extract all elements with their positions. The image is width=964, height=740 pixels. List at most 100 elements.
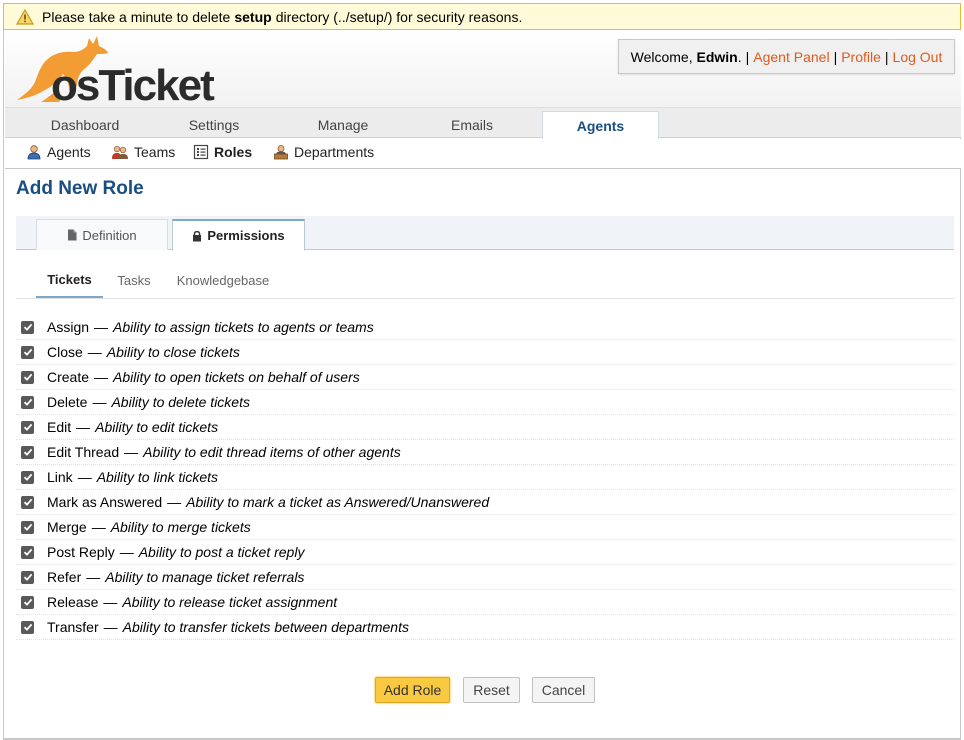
permission-name: Assign [47,319,90,335]
tab-knowledgebase[interactable]: Knowledgebase [168,263,278,297]
permission-checkbox[interactable] [21,620,34,634]
permission-description: Ability to edit thread items of other ag… [143,444,401,460]
permission-checkbox[interactable] [21,395,34,409]
permission-name: Post Reply [47,544,115,560]
agent-icon [27,145,41,160]
logout-link[interactable]: Log Out [893,49,943,65]
separator: | [833,48,838,65]
permission-dash: — [86,569,101,585]
subnav-departments-label: Departments [294,144,375,160]
permission-description: Ability to close tickets [106,344,240,360]
permissions-list: Assign — Ability to assign tickets to agen… [16,315,954,640]
subnav-agents[interactable]: Agents [26,144,91,160]
agent-panel-link[interactable]: Agent Panel [753,49,829,65]
subnav-departments[interactable]: Departments [273,144,374,160]
welcome-prefix: Welcome, [630,48,693,65]
permission-row: Delete — Ability to delete tickets [16,390,954,415]
permission-checkbox[interactable] [21,420,34,434]
subnav-roles[interactable]: Roles [193,144,252,160]
reset-button[interactable]: Reset [463,677,520,703]
permission-description: Ability to mark a ticket as Answered/Una… [186,494,490,510]
permission-name: Edit Thread [47,444,120,460]
permission-dash: — [103,594,118,610]
permission-description: Ability to edit tickets [95,419,219,435]
permission-dash: — [92,394,107,410]
permission-description: Ability to release ticket assignment [122,594,338,610]
permission-dash: — [119,544,134,560]
checkmark-icon [23,373,32,381]
permission-checkbox[interactable] [21,495,34,509]
permission-checkbox[interactable] [21,320,34,334]
permission-checkbox[interactable] [21,445,34,459]
checkmark-icon [23,473,32,481]
tab-manage[interactable]: Manage [278,111,408,138]
permission-name: Create [47,369,90,385]
roles-list-icon [193,144,209,160]
permission-name: Merge [47,519,87,535]
welcome-suffix: . [737,48,742,65]
checkmark-icon [23,423,32,431]
permission-dash: — [76,419,91,435]
checkmark-icon [23,548,32,556]
permission-row: Post Reply — Ability to post a ticket repl… [16,540,954,565]
checkmark-icon [23,323,32,331]
tab-agents[interactable]: Agents [542,111,659,140]
permission-checkbox[interactable] [21,545,34,559]
permission-row: Transfer — Ability to transfer tickets bet… [16,615,954,640]
username: Edwin [696,48,738,65]
permission-dash: — [167,494,182,510]
add-role-button[interactable]: Add Role [375,677,450,703]
permission-row: Mark as Answered — Ability to mark a ticke… [16,490,954,515]
checkmark-icon [23,523,32,531]
subnav-agents-label: Agents [47,144,91,160]
permission-checkbox[interactable] [21,370,34,384]
sub-nav: Agents Teams Roles Departments [5,139,961,169]
permission-name: Release [47,594,99,610]
setup-warning-banner: Please take a minute to delete setup dir… [3,3,961,30]
tab-definition-label: Definition [82,227,137,243]
permission-dash: — [94,319,109,335]
permission-checkbox[interactable] [21,345,34,359]
permission-row: Link — Ability to link tickets [16,465,954,490]
subnav-teams-label: Teams [134,144,176,160]
checkmark-icon [23,448,32,456]
form-buttons: Add Role Reset Cancel [4,677,962,703]
permission-checkbox[interactable] [21,470,34,484]
permission-dash: — [103,619,118,635]
checkmark-icon [23,498,32,506]
permission-description: Ability to assign tickets to agents or t… [113,319,374,335]
permission-name: Refer [47,569,82,585]
logo-wordmark: osTicket [51,61,215,104]
ostickets-logo[interactable]: osTicket [15,34,220,110]
checkmark-icon [23,623,32,631]
tab-settings[interactable]: Settings [149,111,279,138]
subnav-teams[interactable]: Teams [111,144,175,160]
tab-emails[interactable]: Emails [407,111,537,138]
permission-checkbox[interactable] [21,520,34,534]
permission-description: Ability to open tickets on behalf of use… [113,369,360,385]
cancel-button[interactable]: Cancel [532,677,595,703]
tab-permissions[interactable]: Permissions [172,219,305,251]
permission-row: Close — Ability to close tickets [16,340,954,365]
warning-text-prefix: Please take a minute to delete [42,8,231,25]
permission-description: Ability to transfer tickets between depa… [122,619,409,635]
permission-name: Edit [47,419,72,435]
header: osTicket Welcome, Edwin. | Agent Panel |… [5,30,961,110]
permission-dash: — [87,344,102,360]
tab-tasks[interactable]: Tasks [110,263,158,297]
tab-dashboard[interactable]: Dashboard [20,111,150,138]
profile-link[interactable]: Profile [841,49,881,65]
permission-checkbox[interactable] [21,595,34,609]
permission-dash: — [94,369,109,385]
tab-tickets[interactable]: Tickets [36,263,103,298]
checkmark-icon [23,573,32,581]
warning-text-suffix: directory (../setup/) for security reaso… [275,8,523,25]
permission-row: Merge — Ability to merge tickets [16,515,954,540]
separator: | [884,48,889,65]
checkmark-icon [23,598,32,606]
permission-name: Mark as Answered [47,494,163,510]
tab-definition[interactable]: Definition [36,219,168,250]
permission-checkbox[interactable] [21,570,34,584]
permission-description: Ability to merge tickets [110,519,251,535]
permission-row: Edit Thread — Ability to edit thread items… [16,440,954,465]
